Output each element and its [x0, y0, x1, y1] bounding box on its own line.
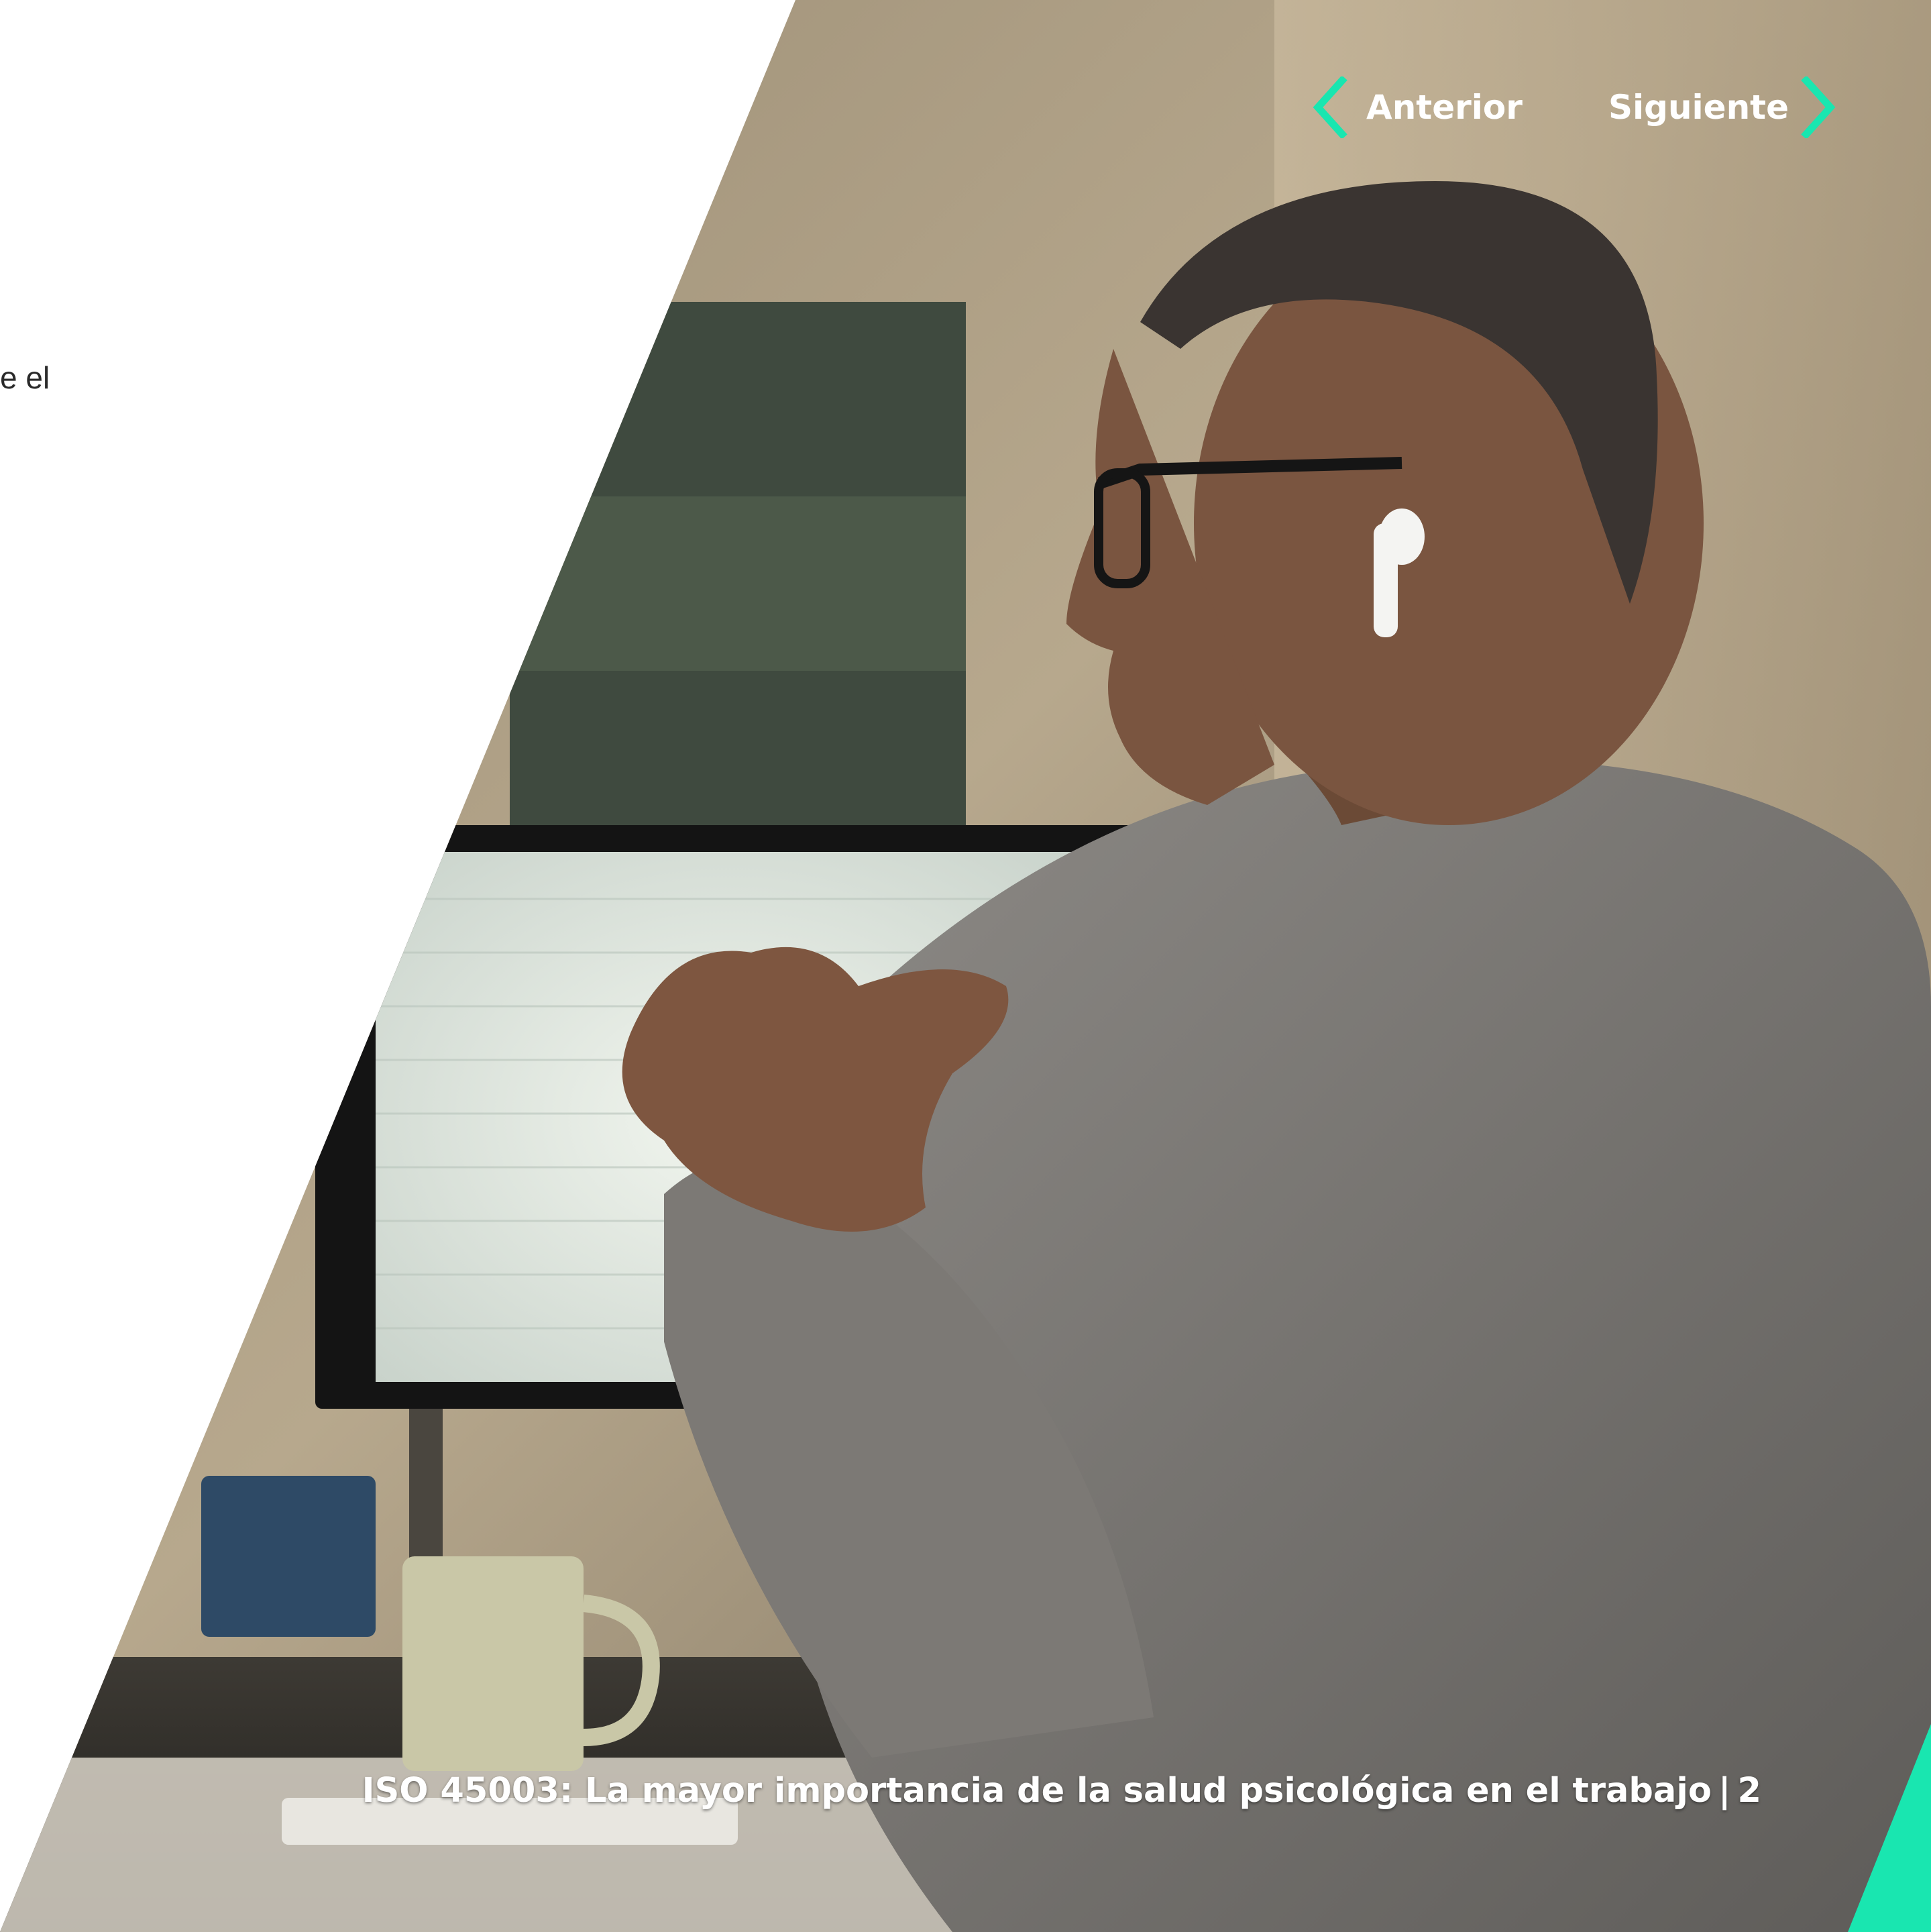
previous-label: Anterior	[1366, 88, 1523, 127]
chevron-right-icon	[1801, 76, 1837, 138]
footer-title: ISO 45003: La mayor importancia de la sa…	[362, 1771, 1761, 1811]
next-label: Siguiente	[1608, 88, 1789, 127]
chevron-left-icon	[1311, 76, 1347, 138]
document-title: ISO 45003: La mayor importancia de la sa…	[362, 1771, 1712, 1811]
next-page-button[interactable]: Siguiente	[1608, 74, 1837, 141]
body-text-fragment: e el	[0, 360, 50, 395]
title-separator: |	[1718, 1771, 1731, 1811]
hero-photo	[0, 0, 1931, 1932]
previous-page-button[interactable]: Anterior	[1311, 74, 1523, 141]
page-number: 2	[1737, 1771, 1762, 1811]
